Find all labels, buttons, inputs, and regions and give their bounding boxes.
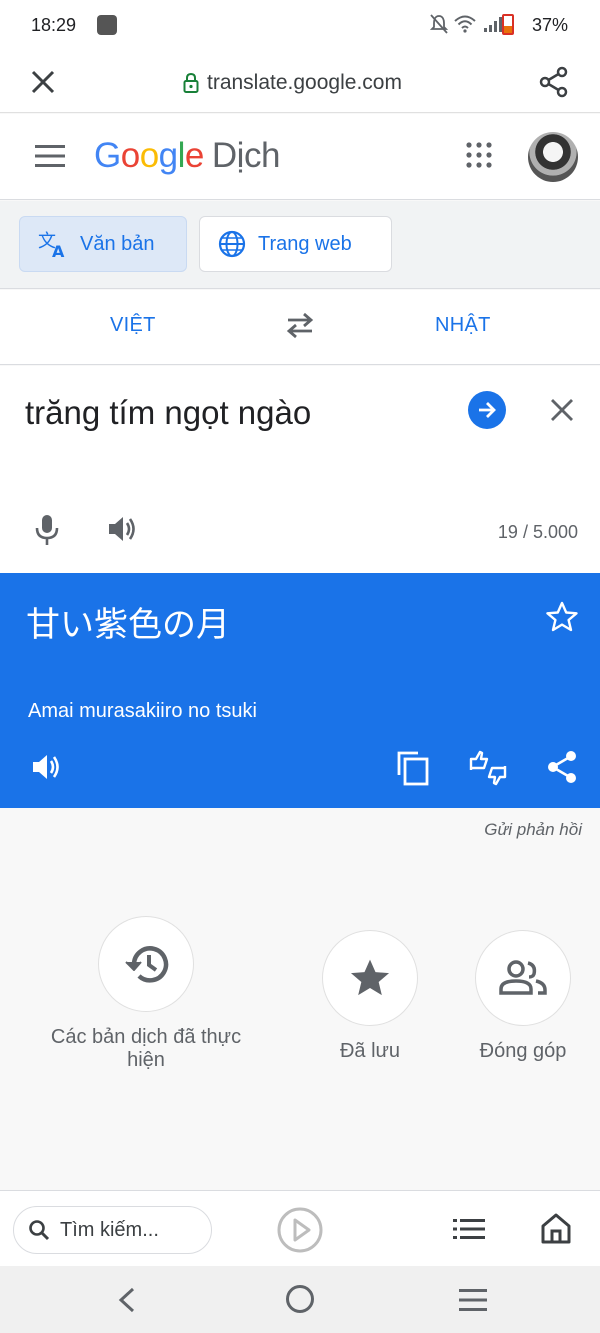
account-avatar[interactable] xyxy=(528,132,578,182)
arrow-right-icon xyxy=(479,402,496,418)
tabs-list-button[interactable] xyxy=(453,1217,485,1246)
search-placeholder: Tìm kiếm... xyxy=(60,1218,159,1241)
translate-submit-button[interactable] xyxy=(468,391,506,429)
send-feedback-link[interactable]: Gửi phản hồi xyxy=(484,820,582,840)
source-text[interactable]: trăng tím ngọt ngào xyxy=(25,394,311,432)
svg-text:A: A xyxy=(52,242,65,258)
hamburger-menu-button[interactable] xyxy=(35,145,65,172)
wifi-icon xyxy=(454,15,476,33)
apps-launcher-button[interactable] xyxy=(466,142,492,173)
history-label: Các bản dịch đã thực hiện xyxy=(50,1026,242,1071)
history-circle xyxy=(98,916,194,1012)
contribute-label: Đóng góp xyxy=(479,1040,567,1062)
translated-text[interactable]: 甘い紫色の月 xyxy=(26,597,230,646)
nav-recents-button[interactable] xyxy=(459,1288,487,1317)
status-time: 18:29 xyxy=(31,15,77,35)
share-page-button[interactable] xyxy=(538,66,570,103)
url-text: translate.google.com xyxy=(207,71,402,94)
history-button[interactable]: Các bản dịch đã thực hiện xyxy=(40,916,252,1072)
play-circle-icon xyxy=(277,1207,323,1253)
speaker-icon xyxy=(33,755,59,779)
translation-output-card: 甘い紫色の月 Amai murasakiiro no tsuki xyxy=(0,573,600,808)
saved-button[interactable]: Đã lưu xyxy=(315,930,425,1063)
system-icons xyxy=(430,14,504,34)
star-icon xyxy=(350,959,390,996)
web-mode-button[interactable]: Trang web xyxy=(199,216,392,272)
save-translation-button[interactable] xyxy=(546,601,578,638)
home-icon xyxy=(541,1213,571,1244)
product-name: Dịch xyxy=(211,136,281,175)
history-icon xyxy=(125,946,169,983)
listen-translation-button[interactable] xyxy=(30,751,62,788)
romanization-text: Amai murasakiiro no tsuki xyxy=(28,700,257,722)
nav-back-button[interactable] xyxy=(116,1286,138,1319)
google-translate-logo: Google Dịch xyxy=(94,136,281,175)
translation-mode-bar: 文A Văn bản Trang web xyxy=(0,201,600,289)
share-icon xyxy=(548,751,576,783)
close-tab-button[interactable] xyxy=(30,69,56,100)
language-selector-bar: VIỆT NHẬT xyxy=(0,290,600,365)
star-outline-icon xyxy=(546,601,578,632)
text-mode-button[interactable]: 文A Văn bản xyxy=(19,216,187,272)
saved-circle xyxy=(322,930,418,1026)
list-icon xyxy=(453,1219,485,1239)
people-icon xyxy=(499,960,547,995)
status-bar: 18:29 37% xyxy=(0,0,600,52)
app-header: Google Dịch xyxy=(0,114,600,200)
listen-source-button[interactable] xyxy=(106,513,138,550)
web-mode-label: Trang web xyxy=(258,232,352,255)
chevron-left-icon xyxy=(118,1287,135,1313)
battery-percent: 37% xyxy=(531,15,568,35)
browser-search-box[interactable]: Tìm kiếm... xyxy=(13,1206,212,1254)
translate-icon: 文A xyxy=(38,231,65,258)
share-icon xyxy=(539,66,568,98)
url-display[interactable]: translate.google.com xyxy=(183,71,402,95)
play-button[interactable] xyxy=(276,1206,324,1259)
microphone-icon xyxy=(35,515,59,545)
nav-home-button[interactable] xyxy=(286,1285,314,1313)
browser-bottom-bar: Tìm kiếm... xyxy=(0,1190,600,1266)
source-language-button[interactable]: VIỆT xyxy=(110,314,156,337)
target-language-button[interactable]: NHẬT xyxy=(435,314,491,337)
browser-home-button[interactable] xyxy=(540,1212,572,1249)
thumbs-up-down-icon xyxy=(469,750,507,786)
apps-grid-icon xyxy=(466,142,492,168)
menu-icon xyxy=(35,145,65,167)
contribute-circle xyxy=(475,930,571,1026)
source-input-area[interactable]: trăng tím ngọt ngào 19 / 5.000 xyxy=(0,366,600,573)
mute-bell-icon xyxy=(430,14,448,34)
browser-url-bar: translate.google.com xyxy=(0,52,600,113)
saved-label: Đã lưu xyxy=(339,1040,401,1062)
contribute-button[interactable]: Đóng góp xyxy=(462,930,584,1063)
character-count: 19 / 5.000 xyxy=(497,522,578,542)
battery-icon xyxy=(502,14,514,35)
lock-icon xyxy=(183,73,199,93)
search-icon xyxy=(29,1220,50,1241)
voice-input-button[interactable] xyxy=(33,513,61,552)
copy-icon xyxy=(397,751,429,786)
swap-languages-button[interactable] xyxy=(284,311,316,344)
text-mode-label: Văn bản xyxy=(80,232,155,255)
share-translation-button[interactable] xyxy=(546,750,578,789)
signal-icon xyxy=(484,17,502,32)
system-navigation-bar xyxy=(0,1266,600,1333)
rate-translation-button[interactable] xyxy=(468,750,508,791)
speaker-icon xyxy=(109,517,135,541)
close-icon xyxy=(31,70,55,94)
globe-icon xyxy=(218,230,246,258)
recents-icon xyxy=(459,1289,487,1311)
clear-input-button[interactable] xyxy=(548,396,576,429)
swap-icon xyxy=(286,312,314,339)
close-icon xyxy=(551,399,573,421)
copy-translation-button[interactable] xyxy=(396,750,430,791)
notification-icon xyxy=(97,15,117,35)
